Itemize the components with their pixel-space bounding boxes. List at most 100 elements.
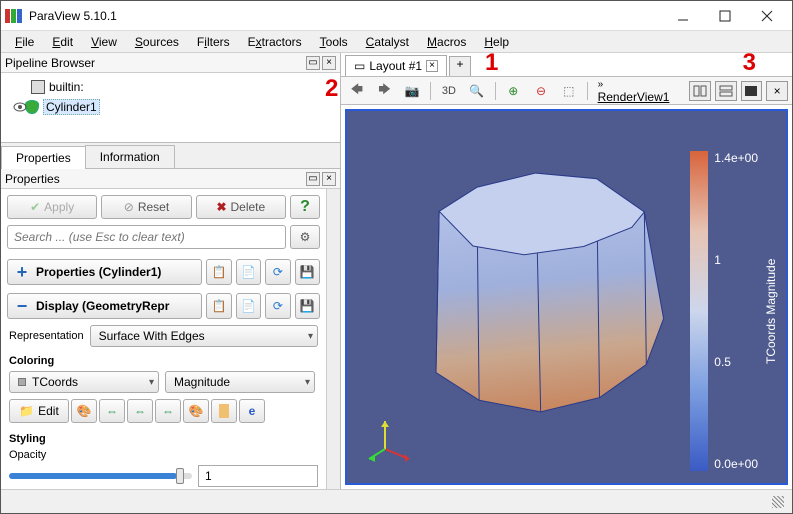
reset-button[interactable]: ⊘ Reset [101,195,191,219]
coloring-component-combo[interactable]: Magnitude ▾ [165,371,315,393]
menu-view[interactable]: View [83,33,125,51]
renderview-label[interactable]: » RenderView1 [598,78,677,104]
maximize-button[interactable] [704,2,746,30]
maximize-view-button[interactable] [741,81,763,101]
folder-icon: 📁 [19,404,34,418]
opacity-value-input[interactable]: 1 [198,465,318,487]
interaction-mode-button[interactable]: 3D [437,80,461,102]
properties-panel-title: Properties [5,172,60,186]
rescale-time-icon: 🎨 [189,404,204,418]
edit-colormap-button[interactable]: 📁 Edit [9,399,69,423]
rescale-custom-button[interactable]: ⇔ [127,399,153,423]
layout-tab-icon: ▭ [354,59,365,73]
reload-display-button[interactable]: ⟳ [265,293,290,319]
render-view[interactable]: 1.4e+00 1 0.5 0.0e+00 TCoords Magnitude [345,109,788,485]
close-view-button[interactable]: × [766,81,788,101]
minimize-button[interactable] [662,2,704,30]
properties-search-input[interactable] [7,225,286,249]
properties-scrollbar[interactable] [326,189,340,489]
split-horizontal-button[interactable] [689,81,711,101]
back-nav-button[interactable]: 🡄 [345,80,369,102]
representation-label: Representation [9,330,84,342]
server-icon [31,80,45,94]
pipeline-item-cylinder[interactable]: Cylinder1 [7,97,334,117]
annotation-3: 3 [743,49,756,77]
select-minus-icon: ⊖ [536,84,546,98]
menu-tools[interactable]: Tools [312,33,356,51]
rescale-temporal-button[interactable]: 🎨 [183,399,209,423]
coloring-array-combo[interactable]: TCoords ▾ [9,371,159,393]
menu-edit[interactable]: Edit [44,33,81,51]
menu-help[interactable]: Help [476,33,517,51]
pipeline-float-icon[interactable]: ▭ [306,56,320,70]
reload-button[interactable]: ⟳ [265,259,290,285]
rescale-visible-button[interactable]: ⇔ [155,399,181,423]
pipeline-tree[interactable]: builtin: Cylinder1 [1,73,340,143]
close-button[interactable] [746,2,788,30]
select-points-button[interactable]: ⬚ [557,80,581,102]
show-scalar-bar-button[interactable]: 🎨 [71,399,97,423]
reset-camera-button[interactable]: 🔍 [465,80,489,102]
pipeline-close-icon[interactable]: × [322,56,336,70]
visibility-eye-icon[interactable] [11,98,29,116]
copy-button[interactable]: 📋 [206,259,231,285]
select-dotted-icon: ⬚ [563,84,574,98]
use-separate-colormap-button[interactable] [211,399,237,423]
properties-close-icon[interactable]: × [322,172,336,186]
save-icon: 💾 [300,299,315,313]
section-properties-toggle[interactable]: + Properties (Cylinder1) [7,259,202,285]
view-panel: 1 2 3 ▭ Layout #1 × + 🡄 🡆 📷 3D 🔍 ⊕ ⊖ ⬚ »… [341,53,792,489]
menu-filters[interactable]: Filters [189,33,238,51]
split-vertical-button[interactable] [715,81,737,101]
layout-tab-1[interactable]: ▭ Layout #1 × [345,55,447,76]
scalar-bar-icon: 🎨 [77,404,92,418]
pipeline-server-row[interactable]: builtin: [7,77,334,97]
forward-nav-button[interactable]: 🡆 [373,80,397,102]
deselect-cells-button[interactable]: ⊖ [529,80,553,102]
help-button[interactable]: ? [290,195,320,219]
section-display-toggle[interactable]: − Display (GeometryRepr [7,293,202,319]
select-cells-button[interactable]: ⊕ [501,80,525,102]
rescale-custom-icon: ⇔ [134,404,146,418]
menu-macros[interactable]: Macros [419,33,474,51]
status-bar [1,489,792,513]
scalar-bar-ticks: 1.4e+00 1 0.5 0.0e+00 [712,151,760,471]
annotation-2: 2 [325,75,338,103]
layout-tab-close-icon[interactable]: × [426,60,438,72]
menubar: File Edit View Sources Filters Extractor… [1,31,792,53]
coloring-heading: Coloring [1,349,326,369]
menu-extractors[interactable]: Extractors [240,33,310,51]
properties-settings-button[interactable]: ⚙ [290,225,320,249]
pipeline-header: Pipeline Browser ▭ × [1,53,340,73]
properties-float-icon[interactable]: ▭ [306,172,320,186]
save-display-button[interactable]: 💾 [295,293,320,319]
view-toolbar: 🡄 🡆 📷 3D 🔍 ⊕ ⊖ ⬚ » RenderView1 × [341,77,792,105]
window-title: ParaView 5.10.1 [29,9,662,23]
tab-properties[interactable]: Properties [1,146,86,169]
collapse-minus-icon: − [14,296,30,317]
paste-button[interactable]: 📄 [236,259,261,285]
annotation-1: 1 [485,49,498,77]
menu-sources[interactable]: Sources [127,33,187,51]
choose-colormap-button[interactable]: e [239,399,265,423]
opacity-slider[interactable] [9,473,192,479]
screenshot-button[interactable]: 📷 [400,80,424,102]
save-button[interactable]: 💾 [295,259,320,285]
properties-tabs: Properties Information [1,145,340,169]
menu-file[interactable]: File [7,33,42,51]
nav-back-icon: 🡄 [351,80,363,101]
rescale-data-button[interactable]: ⇔ [99,399,125,423]
delete-button[interactable]: ✖ Delete [196,195,286,219]
copy-display-button[interactable]: 📋 [206,293,231,319]
scalar-bar[interactable]: 1.4e+00 1 0.5 0.0e+00 TCoords Magnitude [690,151,778,471]
menu-catalyst[interactable]: Catalyst [358,33,417,51]
layout-add-button[interactable]: + [449,56,471,76]
layout-tabs: ▭ Layout #1 × + [341,53,792,77]
point-data-icon [18,378,26,386]
paste-display-button[interactable]: 📄 [236,293,261,319]
tab-information[interactable]: Information [85,145,175,168]
reload-icon: ⟳ [273,265,283,279]
representation-combo[interactable]: Surface With Edges ▾ [90,325,318,347]
apply-button[interactable]: ✔ Apply [7,195,97,219]
resize-grip-icon[interactable] [772,496,784,508]
